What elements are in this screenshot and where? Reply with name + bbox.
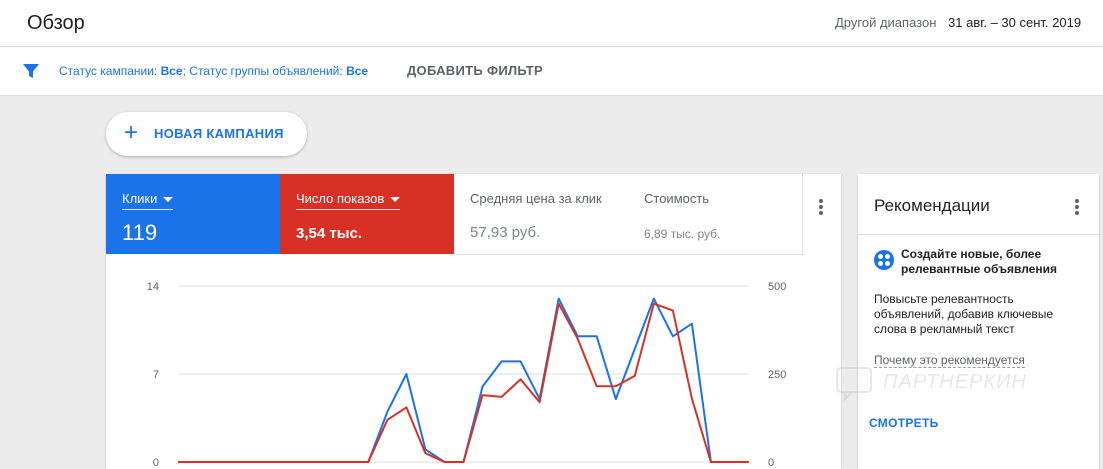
filter-icon[interactable] bbox=[22, 62, 40, 80]
recommendations-card: Рекомендации Создайте новые, более релев… bbox=[858, 174, 1099, 469]
filter-campaign-status-value: Все bbox=[160, 64, 183, 78]
series-line-impressions bbox=[178, 302, 749, 463]
metric-avg-cpc-name: Средняя цена за клик bbox=[470, 191, 602, 206]
ads-grid-icon bbox=[874, 250, 894, 270]
metric-impressions-name[interactable]: Число показов bbox=[296, 191, 401, 210]
metric-cost-name: Стоимость bbox=[644, 191, 710, 206]
new-campaign-label: НОВАЯ КАМПАНИЯ bbox=[154, 126, 284, 141]
metric-clicks-value: 119 bbox=[122, 220, 158, 245]
new-campaign-button[interactable]: + НОВАЯ КАМПАНИЯ bbox=[106, 112, 307, 156]
recommendation-body: Повысьте релевантность объявлений, добав… bbox=[874, 292, 1054, 336]
top-bar: Обзор Другой диапазон 31 авг. – 30 сент.… bbox=[0, 0, 1103, 47]
caret-down-icon bbox=[390, 197, 401, 203]
watermark: ПАРТНЕРКИН bbox=[835, 365, 1035, 401]
divider bbox=[858, 234, 1099, 235]
metric-avg-cpc-value: 57,93 руб. bbox=[470, 224, 541, 241]
watermark-text: ПАРТНЕРКИН bbox=[883, 371, 1027, 393]
card-more-icon[interactable] bbox=[819, 199, 823, 217]
date-range-label[interactable]: Другой диапазон bbox=[835, 15, 936, 30]
metric-clicks-name[interactable]: Клики bbox=[122, 191, 174, 210]
metric-avg-cpc[interactable]: Средняя цена за клик 57,93 руб. bbox=[454, 174, 629, 255]
filter-adgroup-status-label: ; Статус группы объявлений: bbox=[182, 64, 343, 78]
plus-icon: + bbox=[124, 119, 139, 146]
metric-cost-value: 6,89 тыс. руб. bbox=[644, 227, 721, 241]
metric-cost[interactable]: Стоимость 6,89 тыс. руб. bbox=[628, 174, 803, 255]
metric-impressions[interactable]: Число показов 3,54 тыс. bbox=[280, 174, 454, 254]
caret-down-icon bbox=[163, 197, 174, 203]
left-axis-tick: 7 bbox=[153, 369, 159, 381]
metric-clicks[interactable]: Клики 119 bbox=[106, 174, 280, 254]
right-axis-tick: 500 bbox=[768, 281, 786, 293]
performance-chart: 14 500 7 250 0 0 bbox=[147, 281, 787, 469]
filter-campaign-status-label: Статус кампании: bbox=[59, 64, 158, 78]
filter-bar: Статус кампании: Все; Статус группы объя… bbox=[0, 47, 1103, 96]
page-title: Обзор bbox=[27, 12, 85, 34]
recommendations-title: Рекомендации bbox=[874, 196, 990, 215]
add-filter-button[interactable]: ДОБАВИТЬ ФИЛЬТР bbox=[407, 63, 543, 78]
performance-card: Клики 119 Число показов 3,54 тыс. Средня… bbox=[106, 174, 841, 469]
chat-bubble-icon bbox=[836, 367, 872, 401]
right-axis-tick: 250 bbox=[768, 369, 786, 381]
metric-impressions-value: 3,54 тыс. bbox=[296, 225, 363, 242]
series-line-clicks bbox=[178, 297, 749, 463]
view-recommendation-button[interactable]: СМОТРЕТЬ bbox=[869, 416, 939, 430]
recommendation-headline: Создайте новые, более релевантные объявл… bbox=[901, 247, 1057, 276]
filter-adgroup-status-value: Все bbox=[346, 64, 369, 78]
right-axis-tick: 0 bbox=[768, 457, 774, 469]
recommendations-more-icon[interactable] bbox=[1075, 199, 1079, 217]
left-axis-tick: 14 bbox=[147, 281, 159, 293]
active-filters[interactable]: Статус кампании: Все; Статус группы объя… bbox=[59, 64, 368, 78]
date-range-picker[interactable]: 31 авг. – 30 сент. 2019 bbox=[948, 15, 1081, 30]
left-axis-tick: 0 bbox=[153, 457, 159, 469]
